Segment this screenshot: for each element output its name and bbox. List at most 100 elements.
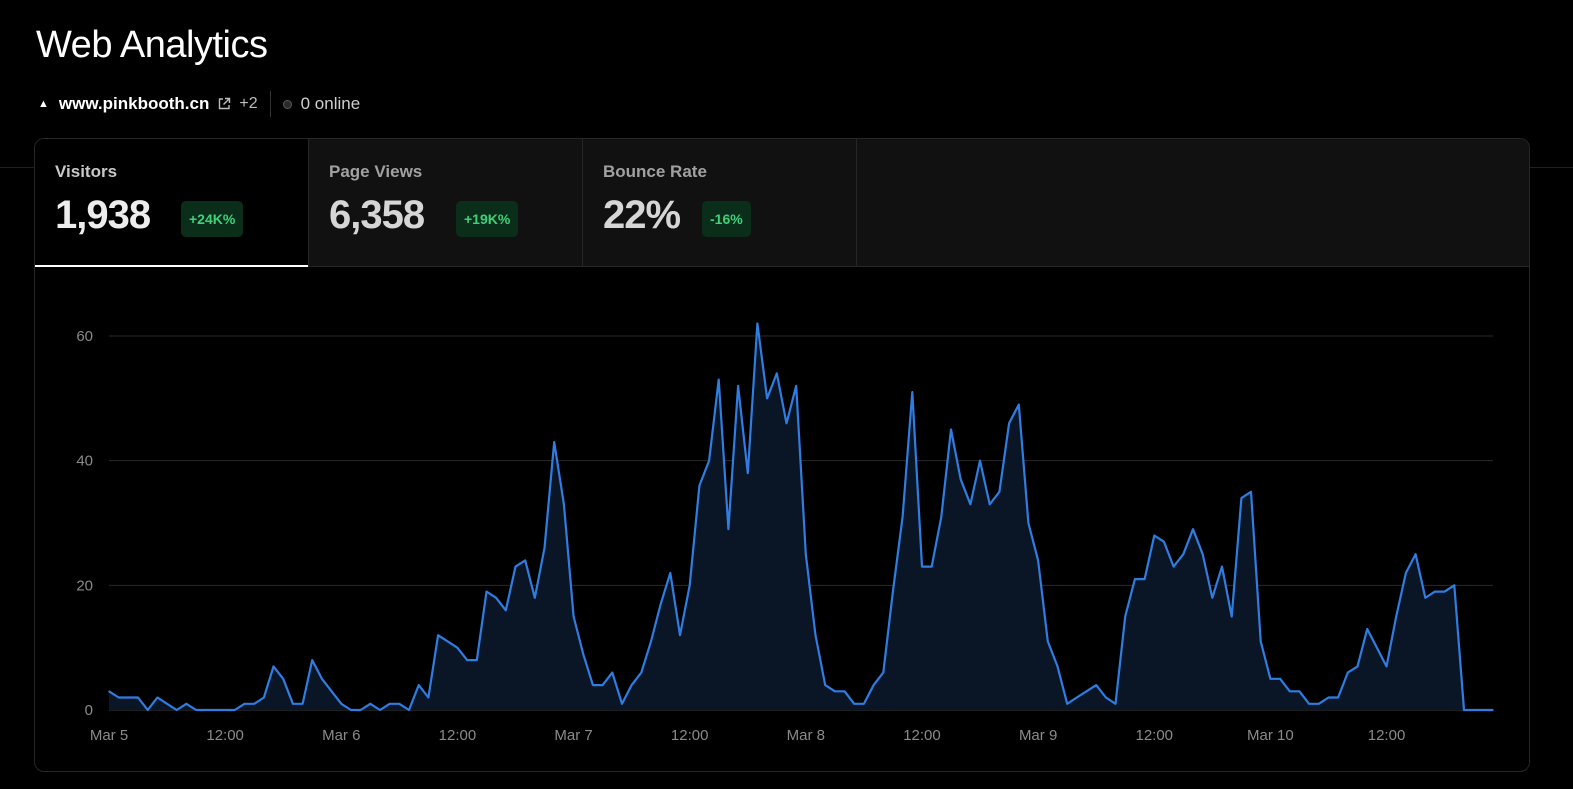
data-point [727, 528, 730, 530]
data-point [911, 391, 914, 393]
online-count: 0 online [300, 94, 361, 113]
data-point [572, 615, 575, 618]
data-point [998, 491, 1001, 493]
tab-visitors[interactable]: Visitors 1,938 +24K% [35, 139, 309, 267]
data-point [1105, 696, 1107, 699]
data-point [224, 709, 226, 711]
data-point [1492, 709, 1494, 711]
data-point [824, 684, 826, 686]
data-point [1298, 690, 1301, 693]
data-point [650, 640, 652, 643]
data-point [534, 597, 536, 599]
metric-value: 6,358 [329, 193, 425, 237]
data-point [340, 703, 343, 705]
data-point [659, 603, 662, 605]
data-point [698, 484, 701, 487]
tab-page-views[interactable]: Page Views 6,358 +19K% [309, 139, 583, 266]
data-point [301, 703, 304, 705]
data-point [592, 684, 594, 686]
x-tick-label: Mar 10 [1247, 727, 1294, 744]
data-point [1134, 578, 1136, 580]
x-tick-label: Mar 9 [1019, 727, 1057, 744]
x-tick-label: Mar 6 [322, 727, 360, 744]
data-point [1230, 615, 1233, 618]
project-bar: ▲ www.pinkbooth.cn +2 0 online [38, 91, 361, 117]
data-point [388, 703, 391, 705]
data-point [863, 703, 865, 705]
data-point [1366, 628, 1368, 630]
domain-link[interactable]: www.pinkbooth.cn [59, 94, 209, 114]
data-point [785, 422, 788, 425]
data-point [359, 709, 362, 711]
extra-domains-count[interactable]: +2 [239, 95, 257, 113]
data-point [379, 709, 381, 711]
data-point [756, 322, 759, 325]
data-point [1405, 572, 1407, 574]
data-point [834, 690, 836, 693]
tab-label: Page Views [329, 162, 423, 181]
data-point [1327, 696, 1330, 699]
change-badge: +19K% [456, 201, 519, 237]
data-point [1027, 522, 1030, 524]
data-point [253, 703, 255, 705]
data-point [747, 472, 749, 474]
data-point [311, 659, 314, 661]
data-point [214, 709, 217, 711]
data-point [1182, 553, 1185, 555]
data-point [843, 690, 846, 693]
data-point [766, 397, 768, 400]
data-point [969, 503, 972, 506]
data-point [1472, 709, 1475, 711]
data-point [175, 709, 178, 711]
data-point [1201, 553, 1204, 555]
data-point [563, 503, 565, 506]
data-point [195, 709, 197, 711]
data-point [1172, 565, 1175, 568]
data-point [330, 690, 333, 693]
data-point [1240, 497, 1243, 499]
data-point [717, 378, 720, 381]
data-point [805, 553, 807, 555]
data-point [398, 703, 401, 705]
y-tick-label: 20 [76, 577, 93, 594]
data-point [1308, 703, 1310, 705]
data-point [1279, 678, 1281, 680]
data-point [669, 572, 672, 574]
data-point [282, 678, 284, 680]
data-point [514, 565, 517, 568]
data-point [901, 516, 904, 518]
metric-value: 22% [603, 193, 681, 237]
data-point [601, 684, 604, 686]
tab-bounce-rate[interactable]: Bounce Rate 22% -16% [583, 139, 857, 266]
data-point [1114, 703, 1117, 705]
data-point [979, 459, 981, 462]
y-tick-label: 60 [76, 328, 93, 345]
data-point [853, 703, 855, 705]
external-link-icon[interactable] [217, 97, 231, 111]
data-point [369, 703, 372, 705]
data-point [872, 684, 875, 686]
x-tick-label: 12:00 [439, 727, 477, 744]
x-tick-label: 12:00 [206, 727, 244, 744]
triangle-up-icon: ▲ [38, 98, 49, 110]
tab-label: Bounce Rate [603, 162, 707, 181]
data-point [959, 478, 962, 481]
data-point [1153, 534, 1156, 537]
data-point [1424, 597, 1427, 599]
data-point [1163, 540, 1165, 543]
data-point [1066, 703, 1068, 705]
data-point [272, 665, 275, 668]
data-point [1376, 646, 1378, 649]
data-point [156, 696, 159, 699]
visitors-chart: 0 20 40 60 Mar 5 12:00 Mar 6 12:00 Mar 7 12:00 Mar… [76, 322, 1494, 744]
data-point [776, 372, 778, 375]
data-point [1318, 703, 1320, 705]
data-point [146, 709, 149, 711]
data-point [1056, 665, 1059, 668]
data-point [1047, 640, 1049, 643]
data-point [882, 671, 885, 674]
data-point [108, 690, 110, 693]
data-point [350, 709, 352, 711]
data-point [1434, 590, 1436, 593]
data-point [795, 385, 797, 387]
